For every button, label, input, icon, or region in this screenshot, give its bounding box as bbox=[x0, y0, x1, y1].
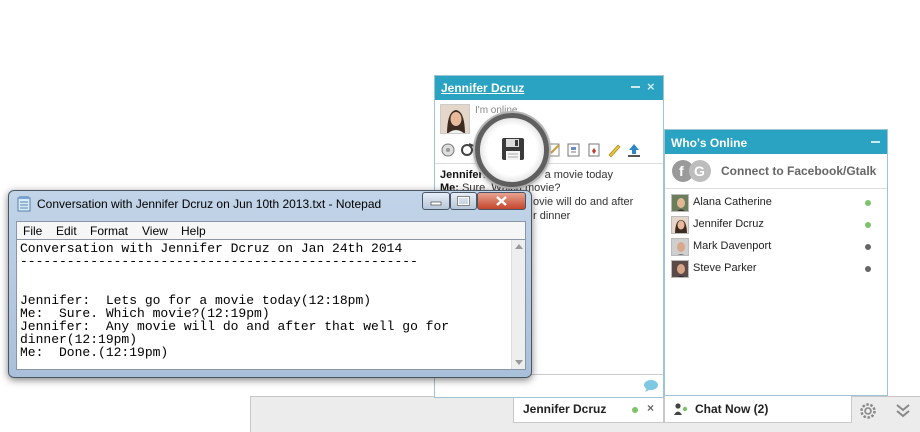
online-status-dot bbox=[865, 222, 871, 228]
contact-item[interactable]: Alana Catherine bbox=[669, 193, 883, 213]
save-icon-magnifier bbox=[475, 113, 549, 187]
svg-text:f: f bbox=[679, 163, 684, 179]
maximize-button[interactable] bbox=[450, 192, 477, 210]
menu-file[interactable]: File bbox=[23, 224, 42, 238]
contact-item[interactable]: Jennifer Dcruz bbox=[669, 215, 883, 235]
collapse-arrow-icon[interactable] bbox=[896, 403, 910, 419]
editor-line: ----------------------------------------… bbox=[20, 254, 418, 269]
chat-message: r dinner bbox=[533, 210, 571, 222]
chat-bar-edge bbox=[250, 396, 251, 432]
online-status-dot bbox=[865, 200, 871, 206]
minimize-icon[interactable] bbox=[631, 86, 640, 88]
emoticon-icon[interactable] bbox=[440, 142, 456, 158]
offline-status-dot bbox=[865, 266, 871, 272]
chat-now-button[interactable]: Chat Now (2) bbox=[664, 395, 852, 423]
avatar bbox=[671, 194, 689, 212]
nudge-icon[interactable] bbox=[460, 142, 476, 158]
whos-online-header: Who's Online bbox=[665, 130, 887, 154]
menu-help[interactable]: Help bbox=[181, 224, 206, 238]
contact-name: Jennifer Dcruz bbox=[693, 218, 764, 230]
chat-tab-name: Jennifer Dcruz bbox=[523, 402, 607, 416]
contact-name: Mark Davenport bbox=[693, 240, 772, 252]
divider bbox=[435, 163, 663, 164]
offline-status-dot bbox=[865, 244, 871, 250]
scroll-down-icon[interactable] bbox=[515, 360, 523, 365]
vertical-scrollbar[interactable] bbox=[511, 240, 525, 369]
menu-format[interactable]: Format bbox=[90, 224, 128, 238]
close-button[interactable] bbox=[477, 192, 526, 210]
notepad-window: Conversation with Jennifer Dcruz on Jun … bbox=[8, 190, 532, 378]
document-icon[interactable] bbox=[566, 142, 582, 158]
avatar bbox=[440, 104, 470, 134]
contact-item[interactable]: Mark Davenport bbox=[669, 237, 883, 257]
notepad-icon bbox=[17, 196, 31, 212]
contact-item[interactable]: Steve Parker bbox=[669, 259, 883, 279]
contact-name: Alana Catherine bbox=[693, 196, 772, 208]
chat-now-label: Chat Now (2) bbox=[695, 402, 769, 416]
svg-text:G: G bbox=[694, 163, 705, 179]
online-status-dot bbox=[632, 407, 638, 413]
avatar bbox=[671, 238, 689, 256]
contact-name: Steve Parker bbox=[693, 262, 757, 274]
avatar bbox=[671, 260, 689, 278]
connect-link[interactable]: Connect to Facebook/Gtalk bbox=[721, 164, 876, 178]
scroll-up-icon[interactable] bbox=[515, 244, 523, 249]
chat-bubble-icon[interactable] bbox=[643, 379, 659, 393]
minimize-button[interactable] bbox=[422, 192, 450, 210]
chat-message: ovie will do and after bbox=[533, 196, 634, 208]
gear-icon[interactable] bbox=[860, 403, 876, 419]
upload-icon[interactable] bbox=[626, 142, 642, 158]
minimize-icon[interactable] bbox=[871, 141, 880, 143]
window-controls bbox=[422, 192, 526, 210]
whos-online-panel: Who's Online f G Connect to Facebook/Gta… bbox=[664, 129, 888, 396]
chat-window-header: Jennifer Dcruz × bbox=[435, 76, 663, 100]
text-editor[interactable]: Conversation with Jennifer Dcruz on Jan … bbox=[16, 239, 526, 370]
divider bbox=[665, 188, 887, 189]
avatar bbox=[671, 216, 689, 234]
menu-edit[interactable]: Edit bbox=[56, 224, 77, 238]
whos-online-title: Who's Online bbox=[671, 136, 748, 150]
people-icon bbox=[674, 403, 688, 415]
facebook-gtalk-icon[interactable]: f G bbox=[671, 159, 713, 183]
pencil-icon[interactable] bbox=[606, 142, 622, 158]
card-icon[interactable] bbox=[586, 142, 602, 158]
close-icon[interactable]: × bbox=[647, 401, 654, 415]
notepad-title: Conversation with Jennifer Dcruz on Jun … bbox=[37, 197, 382, 211]
menu-bar: File Edit Format View Help bbox=[16, 221, 526, 239]
chat-tab-jennifer[interactable]: Jennifer Dcruz × bbox=[513, 395, 664, 423]
save-icon[interactable] bbox=[480, 118, 544, 182]
close-icon[interactable]: × bbox=[647, 79, 655, 94]
chat-window-title[interactable]: Jennifer Dcruz bbox=[441, 81, 524, 95]
menu-view[interactable]: View bbox=[142, 224, 168, 238]
editor-line: Me: Done.(12:19pm) bbox=[20, 345, 169, 360]
